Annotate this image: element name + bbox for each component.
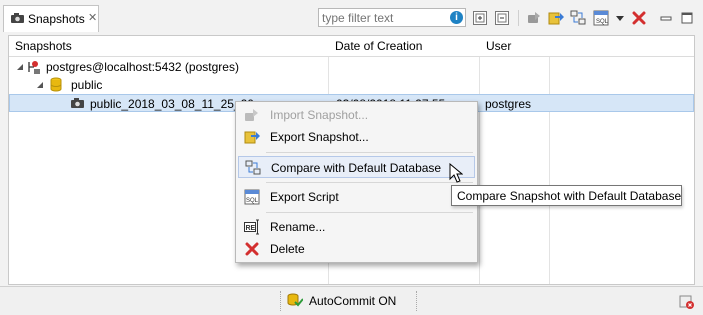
export-script-icon[interactable]: SQL <box>593 10 613 26</box>
expand-arrow-icon[interactable] <box>16 63 24 71</box>
menu-item-label: Import Snapshot... <box>270 108 369 122</box>
svg-text:SQL: SQL <box>596 19 609 25</box>
tree-row-connection[interactable]: postgres@localhost:5432 (postgres) <box>9 58 694 76</box>
autocommit-status[interactable]: AutoCommit ON <box>309 294 396 308</box>
export-snapshot-icon <box>244 131 260 144</box>
tree-label: public <box>71 78 103 92</box>
tooltip: Compare Snapshot with Default Database <box>451 185 682 206</box>
expand-arrow-icon[interactable] <box>36 81 44 89</box>
maximize-icon[interactable] <box>679 10 695 26</box>
view-toolbar: Snapshots ✕ i SQL <box>0 0 703 35</box>
column-header-user[interactable]: User <box>486 39 511 53</box>
filter-input[interactable] <box>322 10 446 25</box>
menu-separator <box>266 182 473 183</box>
menu-item-label: Export Snapshot... <box>270 130 369 144</box>
status-separator <box>280 291 282 311</box>
svg-text:RE: RE <box>246 225 256 232</box>
status-separator <box>416 291 418 311</box>
menu-item-compare-default-db[interactable]: Compare with Default Database <box>238 156 475 178</box>
menu-separator <box>266 152 473 153</box>
compare-icon <box>245 160 261 175</box>
toolbar-separator <box>518 10 519 26</box>
autocommit-icon <box>287 293 303 307</box>
schema-icon <box>50 77 62 92</box>
tree-label: public_2018_03_08_11_25_20 <box>90 97 254 111</box>
rename-icon: RE <box>244 219 259 235</box>
close-icon[interactable]: ✕ <box>88 11 97 24</box>
export-script-icon: SQL <box>244 189 260 205</box>
column-header-snapshots[interactable]: Snapshots <box>15 39 72 53</box>
context-menu: Import Snapshot... Export Snapshot... Co… <box>235 101 478 263</box>
compare-icon[interactable] <box>570 10 586 26</box>
tooltip-text: Compare Snapshot with Default Database <box>457 189 682 203</box>
info-icon[interactable]: i <box>450 11 463 24</box>
tree-row-schema[interactable]: public <box>9 76 694 94</box>
tab-label: Snapshots <box>28 12 85 26</box>
filter-field[interactable]: i <box>318 8 466 27</box>
camera-icon <box>11 13 24 23</box>
menu-item-import-snapshot[interactable]: Import Snapshot... <box>238 104 475 126</box>
delete-icon[interactable] <box>631 10 647 26</box>
user-cell: postgres <box>485 97 532 111</box>
database-connection-icon <box>28 61 40 74</box>
error-log-icon[interactable] <box>679 294 695 310</box>
menu-item-export-script[interactable]: SQL Export Script <box>238 186 475 208</box>
import-snapshot-icon[interactable] <box>526 10 542 26</box>
tab-snapshots[interactable]: Snapshots ✕ <box>3 5 99 32</box>
menu-item-label: Export Script <box>270 190 339 204</box>
collapse-all-icon[interactable] <box>494 10 510 26</box>
delete-icon <box>245 242 259 256</box>
mouse-cursor-icon <box>449 163 463 183</box>
menu-item-label: Compare with Default Database <box>271 161 442 175</box>
import-snapshot-icon <box>245 109 258 121</box>
column-header-date[interactable]: Date of Creation <box>335 39 422 53</box>
menu-separator <box>266 212 473 213</box>
menu-item-rename[interactable]: RE Rename... <box>238 216 475 238</box>
menu-item-delete[interactable]: Delete <box>238 238 475 260</box>
table-header: Snapshots Date of Creation User <box>9 36 694 57</box>
export-snapshot-icon[interactable] <box>548 10 564 26</box>
expand-all-icon[interactable] <box>472 10 488 26</box>
minimize-icon[interactable] <box>658 10 674 26</box>
tree-label: postgres@localhost:5432 (postgres) <box>46 60 239 74</box>
menu-item-label: Rename... <box>270 220 326 234</box>
camera-icon <box>71 98 84 108</box>
status-bar: AutoCommit ON <box>0 288 703 315</box>
svg-text:SQL: SQL <box>246 198 259 204</box>
menu-item-export-snapshot[interactable]: Export Snapshot... <box>238 126 475 148</box>
dropdown-arrow-icon[interactable] <box>615 10 625 26</box>
menu-item-label: Delete <box>270 242 305 256</box>
